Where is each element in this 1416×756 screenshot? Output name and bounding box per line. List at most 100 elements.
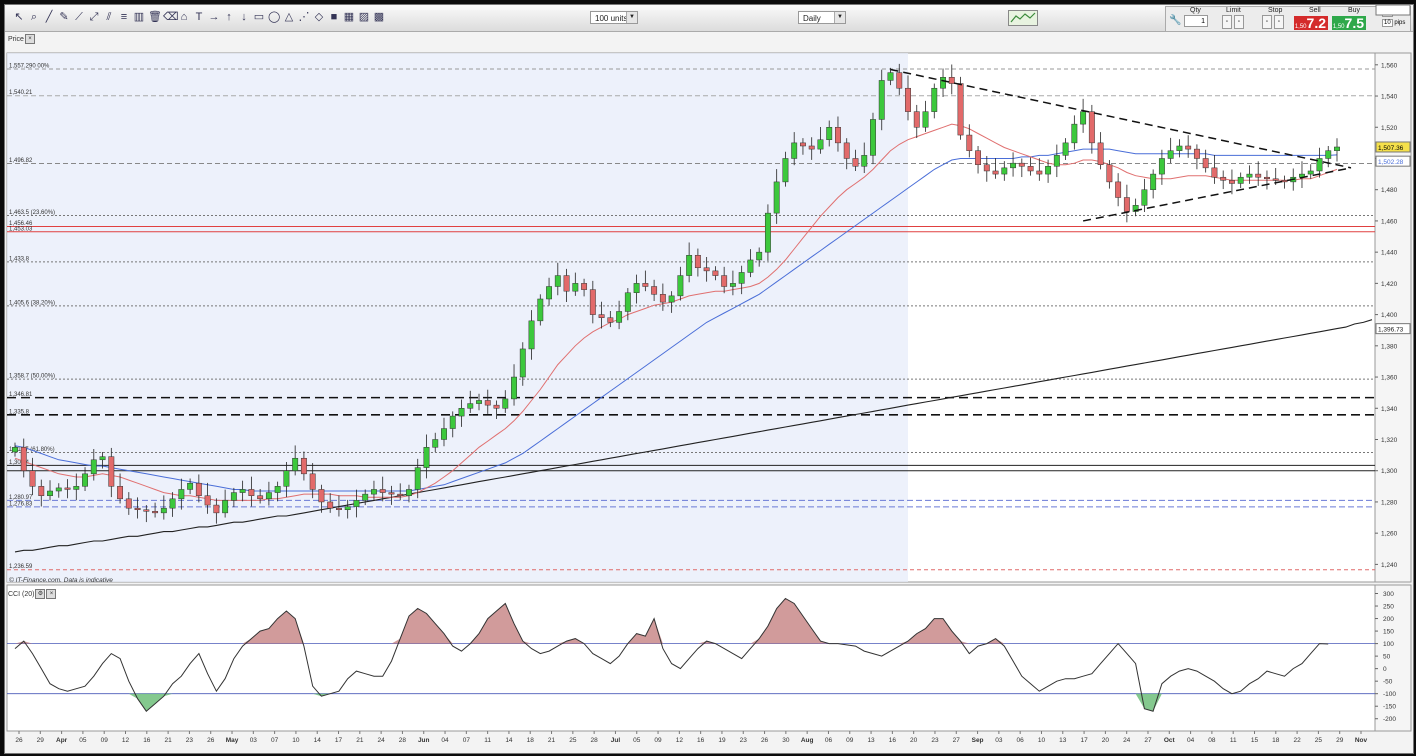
y-tick-label: 1,540 [1381,94,1398,101]
candle [1334,146,1340,151]
cci-tick-label: 150 [1383,629,1394,636]
x-tick-label: 24 [1123,737,1131,744]
cci-value-tag: 98.551 [1378,5,1398,7]
price-panel-title-text: Price [8,35,24,43]
candle [309,473,316,490]
candle [800,142,806,147]
cci-settings-button[interactable]: ⚙ [35,589,46,599]
candle [47,490,53,496]
candle [975,150,981,165]
candle [703,267,710,272]
candle [362,493,369,501]
candle [152,511,159,514]
candle [169,498,176,509]
x-tick-label: 26 [207,737,215,744]
x-tick-label: 28 [399,737,407,744]
candle [572,283,579,292]
cci-close-button[interactable]: × [46,589,57,599]
x-tick-label: 09 [101,737,109,744]
range-shading [7,53,909,582]
candle [441,428,447,440]
x-tick-label: 13 [867,737,875,744]
level-label: 1,557.290 00% [9,64,50,70]
candle [300,457,307,475]
candle [712,270,719,276]
x-tick-label: Apr [56,737,68,744]
y-tick-label: 1,400 [1381,312,1398,319]
candle [659,294,666,303]
x-tick-label: 08 [1208,737,1216,744]
candle [694,255,701,269]
candle [1080,111,1087,125]
candle [546,286,552,300]
level-label: 1,433.8 [9,256,30,262]
candle [511,376,517,400]
x-tick-label: 09 [846,737,854,744]
cci-tick-label: -200 [1383,716,1396,723]
candle [1185,145,1192,150]
watermark: © IT-Finance.com. Data is indicative [9,577,113,584]
x-tick-label: 28 [591,737,599,744]
y-tick-label: 1,300 [1381,468,1398,475]
candle [1045,166,1052,175]
x-tick-label: 12 [122,737,130,744]
cci-tick-label: 200 [1383,616,1394,623]
candle [931,87,938,112]
candle [616,311,623,323]
candle [493,404,500,409]
candle [852,158,859,167]
candle [1071,123,1078,144]
candle [721,275,728,287]
x-tick-label: Jul [611,737,621,744]
candle [1010,162,1017,169]
cci-tick-label: -100 [1383,691,1396,698]
chart-canvas[interactable]: 1,557.290 00% 1,540.21 1,496.82 1,463.5 (23… [5,5,1413,753]
y-tick-label: 1,360 [1381,375,1398,382]
x-tick-label: 16 [697,737,705,744]
candle [73,486,80,490]
candle [896,72,903,89]
candle [117,486,124,500]
candle [607,317,614,323]
x-tick-label: 29 [1336,737,1344,744]
candle [476,400,482,404]
candle [887,72,894,81]
x-tick-label: 10 [1038,737,1046,744]
candle [913,111,920,128]
panel-close-button[interactable]: × [24,34,35,44]
x-tick-label: 16 [143,737,151,744]
x-tick-label: 29 [37,737,45,744]
y-tick-label: 1,560 [1381,62,1398,69]
candle [108,456,115,487]
candle [1307,170,1314,175]
candle [1123,197,1130,212]
level-label: 1,280.97 [9,495,33,501]
candle [1027,166,1034,172]
candle [738,272,745,284]
candle [1264,176,1270,180]
candle [222,500,229,514]
y-tick-label: 1,380 [1381,343,1398,350]
candle [1228,180,1235,184]
cci-panel-title-text: CCI (20) [8,590,35,598]
cci-tick-label: 300 [1383,591,1394,598]
candle [248,489,255,496]
candle [878,80,885,120]
candle [178,489,185,500]
candle [528,320,535,350]
x-tick-label: 26 [761,737,769,744]
candle [1088,111,1095,144]
candle [55,487,62,492]
candle [554,275,561,287]
x-tick-label: 22 [1293,737,1301,744]
candle [992,170,999,175]
x-tick-label: 18 [1272,737,1280,744]
current-price-tag: 1,507.36 [1378,145,1404,152]
candle [388,492,395,495]
candle [90,459,97,475]
candle [1237,176,1244,184]
chart-window: ↖ ⌕ ╱ ✎ ⟋ ⤢ ⫽ ≡ ▥ 🗑 ⌫ ⌂ T → ↑ ↓ ▭ ◯ △ ⋰ ◇ ■ ▦ ▨ ▩ 100 units ▼ Da… [4,4,1414,754]
candle [581,283,588,290]
candle [1211,167,1218,178]
candle [808,145,815,150]
